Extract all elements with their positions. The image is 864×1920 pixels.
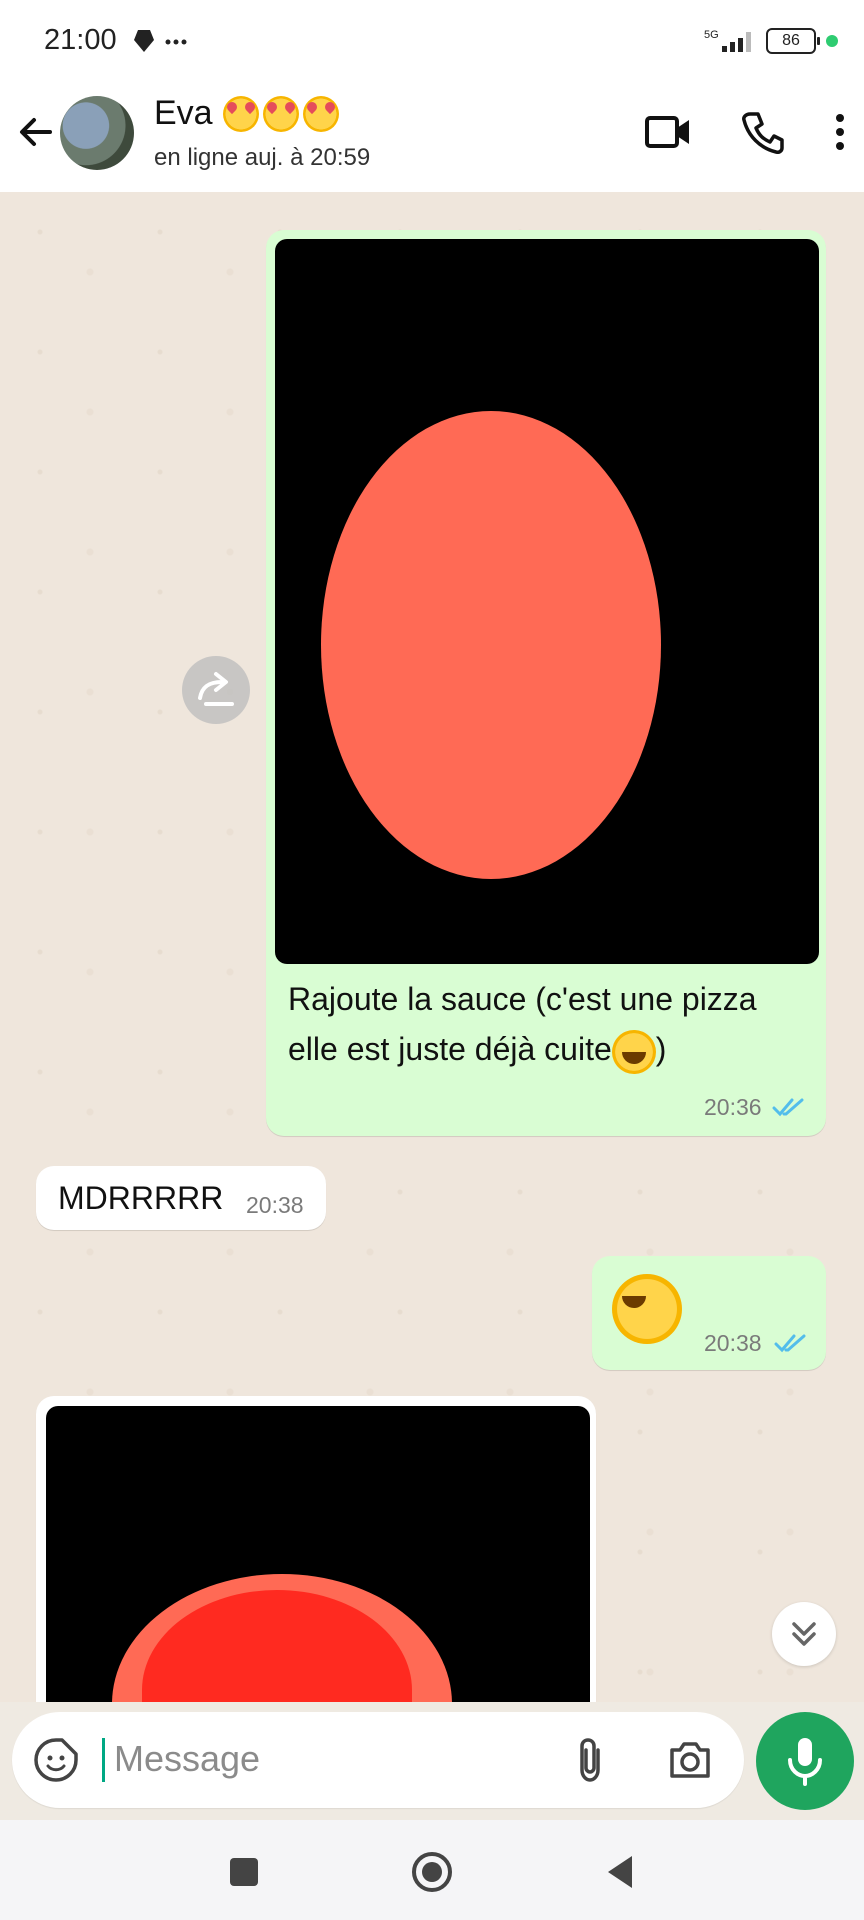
voice-call-button[interactable] bbox=[740, 110, 784, 159]
avatar[interactable] bbox=[60, 96, 134, 170]
svg-text:5G: 5G bbox=[704, 29, 719, 41]
caption-line-2: elle est juste déjà cuite bbox=[288, 1031, 612, 1067]
forward-icon bbox=[198, 672, 234, 706]
image-sauce-shape bbox=[321, 411, 661, 879]
status-bar: 21:00 5G 86 bbox=[0, 0, 864, 88]
sticker-button[interactable] bbox=[32, 1736, 80, 1789]
double-check-icon bbox=[774, 1334, 806, 1353]
more-options-button[interactable] bbox=[832, 110, 848, 159]
privacy-dot bbox=[826, 35, 838, 47]
caption-line-1: Rajoute la sauce (c'est une pizza bbox=[288, 981, 757, 1017]
forward-button[interactable] bbox=[182, 656, 250, 724]
recents-button-icon[interactable] bbox=[228, 1856, 260, 1888]
more-vert-icon bbox=[836, 114, 844, 150]
back-button[interactable] bbox=[14, 110, 58, 154]
double-check-icon bbox=[772, 1098, 804, 1117]
attach-button[interactable] bbox=[570, 1736, 610, 1789]
smiling-hearts-emoji-icon bbox=[302, 95, 339, 132]
header-actions bbox=[644, 110, 848, 159]
message-composer: Message bbox=[12, 1712, 744, 1808]
smiling-hearts-emoji-icon bbox=[262, 95, 299, 132]
message-time: 20:38 bbox=[246, 1192, 304, 1218]
name-emojis bbox=[222, 95, 339, 132]
message-bubble-outgoing[interactable]: Rajoute la sauce (c'est une pizza elle e… bbox=[266, 230, 826, 1136]
message-time: 20:38 bbox=[704, 1330, 762, 1356]
message-bubble-outgoing[interactable]: 20:38 bbox=[592, 1256, 826, 1370]
contact-name: Eva bbox=[154, 94, 213, 132]
scroll-down-icon bbox=[792, 1622, 816, 1646]
voice-record-button[interactable] bbox=[756, 1712, 854, 1810]
text-caret bbox=[102, 1738, 105, 1782]
message-input[interactable]: Message bbox=[114, 1738, 260, 1780]
system-nav-bar bbox=[0, 1820, 864, 1920]
message-image[interactable] bbox=[275, 239, 819, 964]
status-time: 21:00 bbox=[44, 24, 117, 56]
battery-indicator: 86 bbox=[766, 28, 820, 54]
back-button-icon[interactable] bbox=[604, 1852, 636, 1892]
mic-icon bbox=[788, 1738, 822, 1786]
caption-end: ) bbox=[655, 1031, 667, 1067]
video-call-button[interactable] bbox=[644, 110, 692, 159]
contact-name-row[interactable]: Eva bbox=[154, 94, 339, 133]
home-button-icon[interactable] bbox=[410, 1850, 454, 1894]
message-text: MDRRRRR bbox=[58, 1180, 224, 1216]
status-right: 5G 86 bbox=[704, 26, 838, 56]
grinning-sweat-emoji-icon bbox=[611, 1029, 656, 1074]
attach-icon bbox=[580, 1738, 600, 1782]
sticker-icon bbox=[34, 1738, 78, 1782]
phone-icon bbox=[742, 112, 784, 154]
signal-icon: 5G bbox=[704, 29, 751, 52]
status-nav-icon bbox=[134, 30, 187, 52]
message-bubble-incoming[interactable] bbox=[36, 1396, 596, 1702]
smiling-hearts-emoji-icon bbox=[222, 95, 259, 132]
chat-area[interactable]: Rajoute la sauce (c'est une pizza elle e… bbox=[0, 192, 864, 1702]
back-arrow-icon bbox=[20, 118, 52, 146]
video-call-icon bbox=[645, 116, 689, 148]
rolling-laughing-emoji-icon bbox=[612, 1274, 682, 1344]
chat-header: Eva en ligne auj. à 20:59 bbox=[0, 88, 864, 193]
message-caption: Rajoute la sauce (c'est une pizza elle e… bbox=[288, 974, 757, 1074]
message-bubble-incoming[interactable]: MDRRRRR 20:38 bbox=[36, 1166, 326, 1230]
message-time: 20:36 bbox=[704, 1094, 762, 1120]
status-left-icons bbox=[130, 26, 190, 61]
message-image[interactable] bbox=[46, 1406, 590, 1702]
last-seen-status: en ligne auj. à 20:59 bbox=[154, 144, 371, 171]
scroll-down-button[interactable] bbox=[772, 1602, 836, 1666]
camera-button[interactable] bbox=[666, 1736, 714, 1789]
camera-icon bbox=[670, 1742, 710, 1778]
